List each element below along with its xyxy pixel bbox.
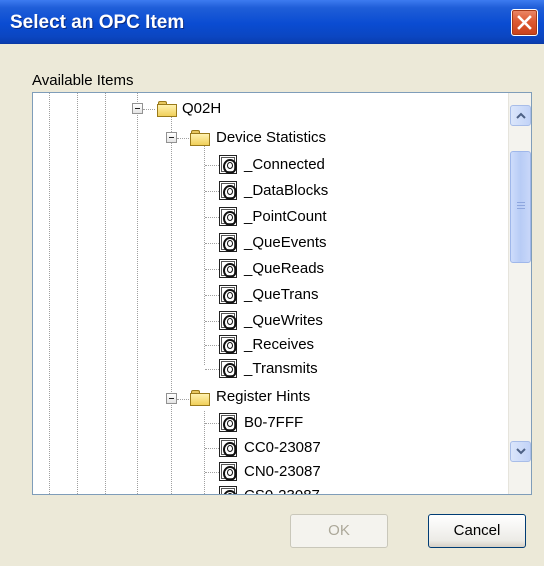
tree-guide-line: [205, 423, 219, 424]
tree-guide-line: [205, 269, 219, 270]
tree-guide-line: [177, 399, 189, 400]
tree-item[interactable]: _Receives: [244, 336, 314, 354]
scroll-thumb[interactable]: [510, 151, 531, 263]
scroll-up-button[interactable]: [510, 105, 531, 126]
tree-item[interactable]: _QueEvents: [244, 234, 327, 252]
tree-item[interactable]: _QueReads: [244, 260, 324, 278]
title-bar[interactable]: Select an OPC Item: [0, 0, 544, 44]
tree-item[interactable]: _PointCount: [244, 208, 327, 226]
opc-tag-icon: [219, 259, 237, 278]
tree-item[interactable]: B0-7FFF: [244, 414, 303, 432]
tree-guide-line: [143, 109, 155, 110]
tree-guide-line: [77, 93, 78, 494]
opc-tag-icon: [219, 207, 237, 226]
opc-tag-icon: [219, 438, 237, 457]
thumb-grip: [517, 202, 525, 203]
tree-item[interactable]: _Connected: [244, 156, 325, 174]
tree-item[interactable]: CS0-23087: [244, 487, 320, 494]
opc-tag-icon: [219, 285, 237, 304]
tree-node-q02h[interactable]: Q02H: [182, 100, 221, 118]
folder-icon: [190, 390, 210, 406]
opc-tag-icon: [219, 335, 237, 354]
tree-item[interactable]: _DataBlocks: [244, 182, 328, 200]
select-opc-item-dialog: Select an OPC Item Available Items Q02H …: [0, 0, 544, 566]
tree-guide-line: [137, 93, 138, 494]
thumb-grip: [517, 208, 525, 209]
opc-tag-icon: [219, 155, 237, 174]
tree-guide-line: [205, 472, 219, 473]
tree-node-device-statistics[interactable]: Device Statistics: [216, 129, 326, 147]
folder-icon: [190, 130, 210, 146]
tree-guide-line: [205, 295, 219, 296]
collapse-q02h-toggle[interactable]: [132, 103, 143, 114]
opc-tag-icon: [219, 486, 237, 494]
tree-guide-line: [105, 93, 106, 494]
opc-tag-icon: [219, 233, 237, 252]
opc-tag-icon: [219, 462, 237, 481]
collapse-register-hints-toggle[interactable]: [166, 393, 177, 404]
collapse-device-statistics-toggle[interactable]: [166, 132, 177, 143]
available-items-label: Available Items: [32, 72, 134, 89]
opc-tag-icon: [219, 181, 237, 200]
tree-guide-line: [205, 321, 219, 322]
tree-guide-line: [171, 117, 172, 494]
tree-vertical-scrollbar[interactable]: [508, 93, 531, 494]
opc-tag-icon: [219, 359, 237, 378]
close-icon: [517, 15, 532, 30]
chevron-up-icon: [516, 112, 526, 119]
tree-guide-line: [205, 165, 219, 166]
thumb-grip: [517, 205, 525, 206]
tree-item[interactable]: _Transmits: [244, 360, 318, 378]
close-button[interactable]: [511, 9, 538, 36]
cancel-button[interactable]: Cancel: [428, 514, 526, 548]
tree-guide-line: [204, 145, 205, 365]
ok-button[interactable]: OK: [290, 514, 388, 548]
folder-icon: [157, 101, 177, 117]
window-title: Select an OPC Item: [10, 12, 185, 33]
tree-item[interactable]: CC0-23087: [244, 439, 321, 457]
opc-item-tree[interactable]: Q02H Device Statistics _Connected _DataB…: [32, 92, 532, 495]
tree-guide-line: [205, 217, 219, 218]
tree-node-register-hints[interactable]: Register Hints: [216, 388, 310, 406]
tree-guide-line: [205, 345, 219, 346]
tree-guide-line: [205, 191, 219, 192]
tree-guide-line: [205, 243, 219, 244]
scroll-down-button[interactable]: [510, 441, 531, 462]
tree-item[interactable]: _QueWrites: [244, 312, 323, 330]
chevron-down-icon: [516, 448, 526, 455]
tree-guide-line: [177, 138, 189, 139]
tree-guide-line: [205, 448, 219, 449]
tree-guide-line: [49, 93, 50, 494]
tree-item[interactable]: CN0-23087: [244, 463, 321, 481]
opc-tag-icon: [219, 413, 237, 432]
tree-item[interactable]: _QueTrans: [244, 286, 318, 304]
tree-guide-line: [205, 369, 219, 370]
opc-tag-icon: [219, 311, 237, 330]
